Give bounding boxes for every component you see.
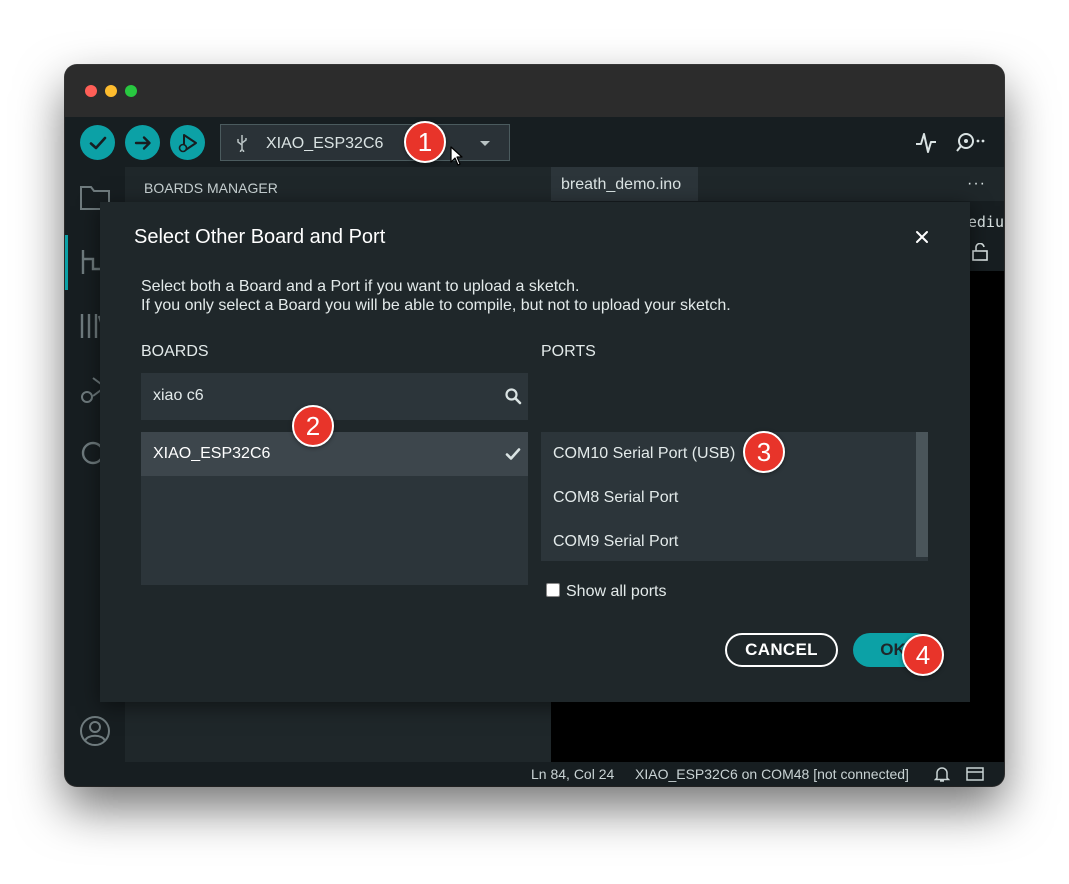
- toggle-panel-icon[interactable]: [966, 767, 984, 781]
- port-item-label: COM8 Serial Port: [553, 489, 679, 506]
- step-badge-1: 1: [404, 121, 446, 163]
- close-window-button[interactable]: [85, 85, 97, 97]
- board-item-label: XIAO_ESP32C6: [153, 445, 271, 462]
- show-all-ports[interactable]: Show all ports: [546, 579, 667, 601]
- boards-list: XIAO_ESP32C6: [141, 432, 528, 585]
- show-all-ports-checkbox[interactable]: [546, 583, 560, 597]
- port-item-label: COM10 Serial Port (USB): [553, 445, 736, 462]
- chevron-down-icon: [480, 141, 490, 146]
- serial-plotter-icon[interactable]: [915, 131, 937, 155]
- title-bar: [65, 65, 1004, 117]
- description-line-2: If you only select a Board you will be a…: [141, 297, 731, 314]
- boards-label: BOARDS: [141, 343, 209, 360]
- step-badge-4: 4: [902, 634, 944, 676]
- verify-button[interactable]: [80, 125, 115, 160]
- port-item-com8[interactable]: COM8 Serial Port: [541, 476, 916, 519]
- board-item-selected[interactable]: XIAO_ESP32C6: [141, 432, 528, 476]
- port-item-com10[interactable]: COM10 Serial Port (USB): [541, 432, 916, 475]
- board-status[interactable]: XIAO_ESP32C6 on COM48 [not connected]: [635, 766, 909, 782]
- debug-button[interactable]: [170, 125, 205, 160]
- port-item-com9[interactable]: COM9 Serial Port: [541, 520, 916, 563]
- status-bar: Ln 84, Col 24 XIAO_ESP32C6 on COM48 [not…: [125, 762, 1004, 786]
- editor-partial-text: ediu: [967, 213, 1004, 231]
- dialog-title: Select Other Board and Port: [134, 226, 386, 248]
- debug-play-icon: [178, 133, 197, 152]
- step-badge-3: 3: [743, 431, 785, 473]
- cancel-button[interactable]: CANCEL: [725, 633, 838, 667]
- board-selector-label: XIAO_ESP32C6: [266, 135, 384, 152]
- checkmark-icon: [89, 136, 106, 149]
- active-indicator: [65, 235, 68, 290]
- arrow-right-icon: [134, 135, 151, 150]
- ports-label: PORTS: [541, 343, 596, 360]
- description-line-1: Select both a Board and a Port if you wa…: [141, 278, 580, 295]
- board-search-input[interactable]: xiao c6: [141, 373, 528, 420]
- editor-tabs: breath_demo.ino ···: [551, 167, 1004, 201]
- port-item-label: COM9 Serial Port: [553, 533, 679, 550]
- minimize-window-button[interactable]: [105, 85, 117, 97]
- show-all-ports-label: Show all ports: [566, 583, 667, 600]
- close-icon[interactable]: [912, 227, 932, 247]
- more-options-icon[interactable]: ···: [967, 175, 986, 193]
- serial-monitor-icon[interactable]: [955, 131, 989, 153]
- board-selector[interactable]: XIAO_ESP32C6: [220, 124, 510, 161]
- toolbar: XIAO_ESP32C6: [65, 117, 1004, 167]
- board-search-value: xiao c6: [153, 387, 204, 404]
- step-badge-2: 2: [292, 405, 334, 447]
- panel-title: BOARDS MANAGER: [144, 180, 278, 196]
- zoom-window-button[interactable]: [125, 85, 137, 97]
- upload-button[interactable]: [125, 125, 160, 160]
- checkmark-icon: [505, 448, 521, 460]
- mouse-cursor-icon: [450, 146, 463, 166]
- usb-icon: [237, 135, 247, 152]
- tab-breath-demo[interactable]: breath_demo.ino: [551, 167, 698, 201]
- cursor-position: Ln 84, Col 24: [531, 766, 615, 782]
- account-icon[interactable]: [79, 715, 111, 747]
- unlock-icon[interactable]: [972, 243, 988, 261]
- ports-scrollbar[interactable]: [916, 432, 928, 557]
- dialog-description: Select both a Board and a Port if you wa…: [141, 277, 731, 315]
- search-icon: [505, 388, 522, 405]
- bell-icon[interactable]: [934, 765, 950, 783]
- select-board-port-dialog: Select Other Board and Port Select both …: [100, 202, 970, 702]
- ports-list: COM10 Serial Port (USB) COM8 Serial Port…: [541, 432, 928, 561]
